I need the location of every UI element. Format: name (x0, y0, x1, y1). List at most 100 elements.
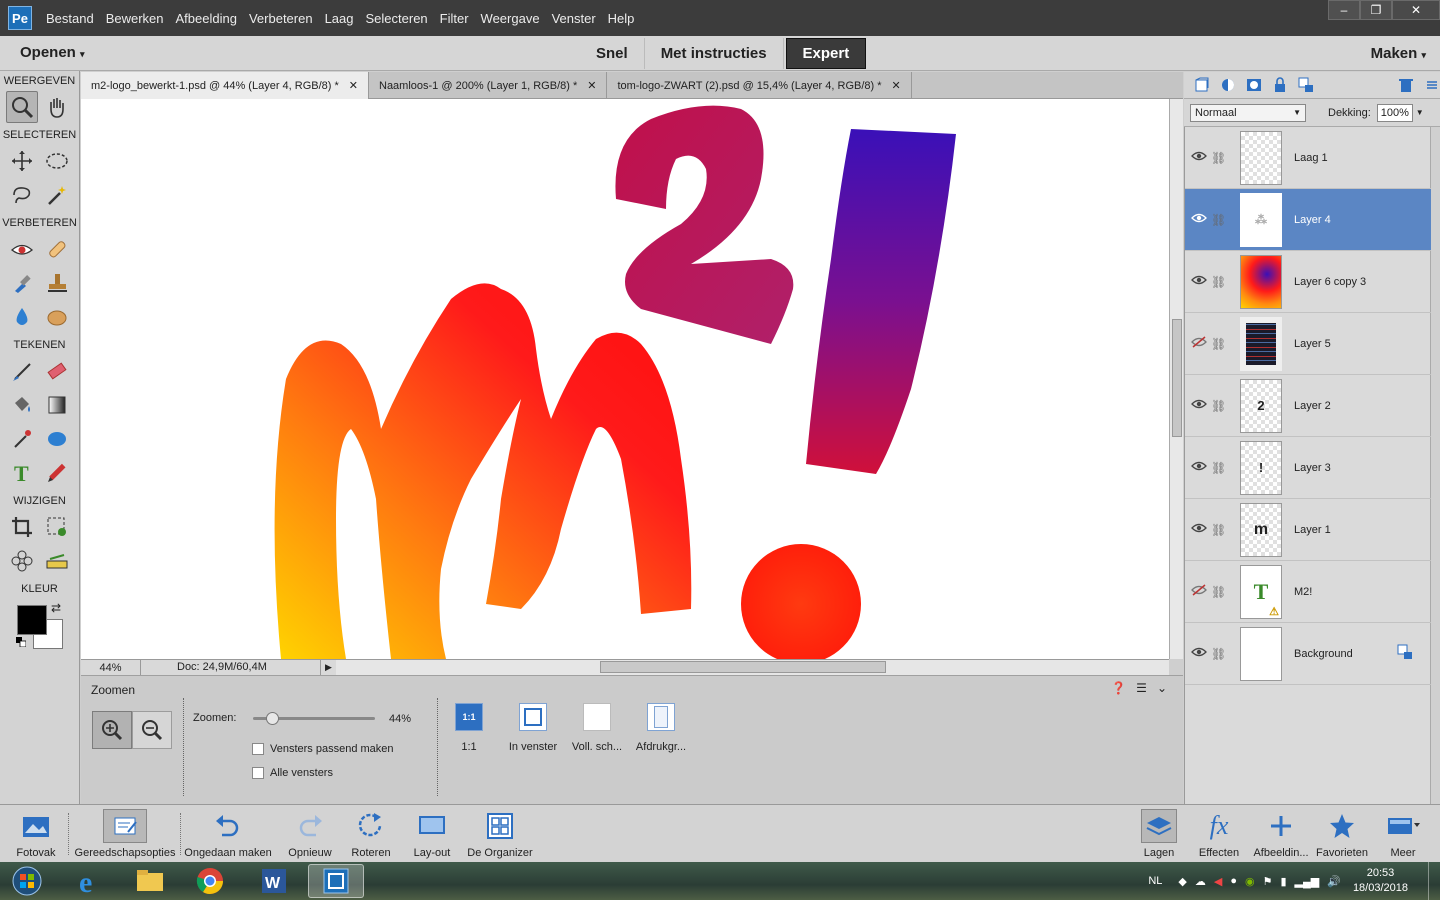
redo-button[interactable]: Opnieuw (282, 809, 338, 859)
cookie-cutter-tool[interactable] (6, 545, 38, 577)
zoom-slider-handle[interactable] (266, 712, 279, 725)
language-indicator[interactable]: NL (1148, 875, 1162, 887)
layer-thumbnail[interactable]: ! (1240, 440, 1282, 495)
layer-row[interactable]: ⛓ 2 Layer 2 (1185, 375, 1431, 437)
tray-circle-icon[interactable]: ● (1230, 875, 1237, 887)
start-button[interactable] (4, 864, 50, 898)
layers-panel-button[interactable]: Lagen (1136, 809, 1182, 859)
layer-row[interactable]: ⛓ Layer 5 (1185, 313, 1431, 375)
menu-filter[interactable]: Filter (440, 11, 479, 26)
tool-options-button[interactable]: Gereedschapsopties (72, 809, 178, 859)
link-icon[interactable]: ⛓ (1211, 647, 1226, 661)
make-button[interactable]: Maken ▾ (1371, 45, 1426, 62)
link-icon[interactable]: ⛓ (1211, 275, 1226, 289)
horizontal-scrollbar[interactable] (335, 660, 1169, 675)
link-icon[interactable]: ⛓ (1211, 213, 1226, 227)
network-icon[interactable]: ▂▄▆ (1295, 875, 1320, 888)
layer-row[interactable]: ⛓ Layer 6 copy 3 (1185, 251, 1431, 313)
scroll-thumb[interactable] (1172, 319, 1182, 437)
menu-selecteren[interactable]: Selecteren (366, 11, 438, 26)
app-icon[interactable]: Pe (8, 6, 32, 30)
restore-button[interactable]: ❐ (1360, 0, 1392, 20)
nvidia-icon[interactable]: ◉ (1245, 875, 1255, 888)
fit-screen-button[interactable]: In venster (503, 703, 563, 753)
menu-bewerken[interactable]: Bewerken (106, 11, 174, 26)
lock-icon[interactable] (1272, 76, 1289, 94)
blur-tool[interactable] (6, 301, 38, 333)
close-icon[interactable]: ✕ (892, 79, 901, 92)
paint-bucket-tool[interactable] (6, 389, 38, 421)
checkbox[interactable] (252, 743, 264, 755)
taskbar-internet-explorer[interactable]: e (62, 864, 118, 898)
layer-thumbnail[interactable] (1240, 626, 1282, 681)
panel-menu-icon[interactable] (1423, 76, 1440, 94)
show-desktop-button[interactable] (1428, 862, 1440, 900)
chevron-down-icon[interactable]: ⌄ (1157, 681, 1167, 695)
recompose-tool[interactable] (41, 511, 73, 543)
vertical-scrollbar[interactable] (1169, 99, 1183, 659)
undo-button[interactable]: Ongedaan maken (182, 809, 274, 859)
checkbox[interactable] (252, 767, 264, 779)
layer-row[interactable]: ⛓ m Layer 1 (1185, 499, 1431, 561)
close-button[interactable]: ✕ (1392, 0, 1440, 20)
dropbox-icon[interactable]: ◆ (1178, 875, 1186, 888)
trash-icon[interactable] (1397, 76, 1414, 94)
new-layer-icon[interactable] (1194, 76, 1211, 94)
layer-thumbnail[interactable] (1240, 130, 1282, 185)
layer-thumbnail[interactable]: T ⚠ (1240, 564, 1282, 619)
taskbar-file-explorer[interactable] (122, 864, 178, 898)
more-button[interactable]: Meer (1378, 809, 1428, 859)
menu-verbeteren[interactable]: Verbeteren (249, 11, 323, 26)
type-tool[interactable]: T (6, 457, 38, 489)
close-icon[interactable]: ✕ (587, 79, 596, 92)
menu-afbeelding[interactable]: Afbeelding (176, 11, 247, 26)
eye-icon[interactable] (1189, 274, 1209, 289)
zoom-out-button[interactable] (132, 711, 172, 749)
clock[interactable]: 20:53 18/03/2018 (1353, 866, 1408, 896)
rotate-button[interactable]: Roteren (346, 809, 396, 859)
fit-windows-checkbox[interactable]: Vensters passend maken (252, 743, 394, 755)
eraser-tool[interactable] (41, 355, 73, 387)
tray-app-icon[interactable]: ◀ (1214, 875, 1222, 888)
marquee-tool[interactable] (41, 145, 73, 177)
link-icon[interactable]: ⛓ (1211, 337, 1226, 351)
menu-venster[interactable]: Venster (552, 11, 606, 26)
volume-icon[interactable]: 🔊 (1327, 875, 1341, 888)
tab-met-instructies[interactable]: Met instructies (645, 38, 784, 69)
red-eye-tool[interactable] (6, 233, 38, 265)
minimize-button[interactable]: – (1328, 0, 1360, 20)
layer-row[interactable]: ⛓! Layer 3 (1185, 437, 1431, 499)
layer-mask-icon[interactable] (1246, 76, 1263, 94)
crop-tool[interactable] (6, 511, 38, 543)
zoom-slider[interactable] (253, 712, 375, 725)
zoom-readout[interactable]: 44% (81, 660, 141, 675)
link-icon[interactable]: ⛓ (1211, 399, 1226, 413)
lasso-tool[interactable] (6, 179, 38, 211)
background-lock-icon[interactable] (1397, 644, 1413, 663)
shape-tool[interactable] (41, 423, 73, 455)
eyedropper-tool[interactable] (6, 423, 38, 455)
photo-bin-button[interactable]: Fotovak (10, 809, 62, 859)
menu-help[interactable]: Help (608, 11, 645, 26)
link-icon[interactable]: ⛓ (1211, 461, 1226, 475)
link-icon[interactable]: ⛓ (1211, 585, 1226, 599)
lock-transparency-icon[interactable] (1297, 76, 1314, 94)
eye-icon[interactable] (1189, 460, 1209, 475)
image-canvas[interactable] (81, 99, 1169, 659)
layout-button[interactable]: Lay-out (408, 809, 456, 859)
adjustment-layer-icon[interactable] (1220, 76, 1237, 94)
magic-wand-tool[interactable] (41, 179, 73, 211)
spot-healing-tool[interactable] (41, 233, 73, 265)
close-icon[interactable]: ✕ (349, 79, 358, 92)
action-center-icon[interactable]: ⚑ (1263, 875, 1273, 888)
graphics-button[interactable]: Afbeeldin... (1250, 809, 1312, 859)
taskbar-word[interactable]: W (246, 864, 302, 898)
eye-icon[interactable] (1189, 522, 1209, 537)
all-windows-checkbox[interactable]: Alle vensters (252, 767, 333, 779)
clone-stamp-tool[interactable] (41, 267, 73, 299)
eye-icon[interactable] (1189, 212, 1209, 227)
organizer-button[interactable]: De Organizer (464, 809, 536, 859)
open-button[interactable]: Openen ▾ (20, 44, 85, 61)
eye-icon[interactable] (1189, 646, 1209, 661)
options-menu-icon[interactable]: ☰ (1136, 681, 1147, 695)
